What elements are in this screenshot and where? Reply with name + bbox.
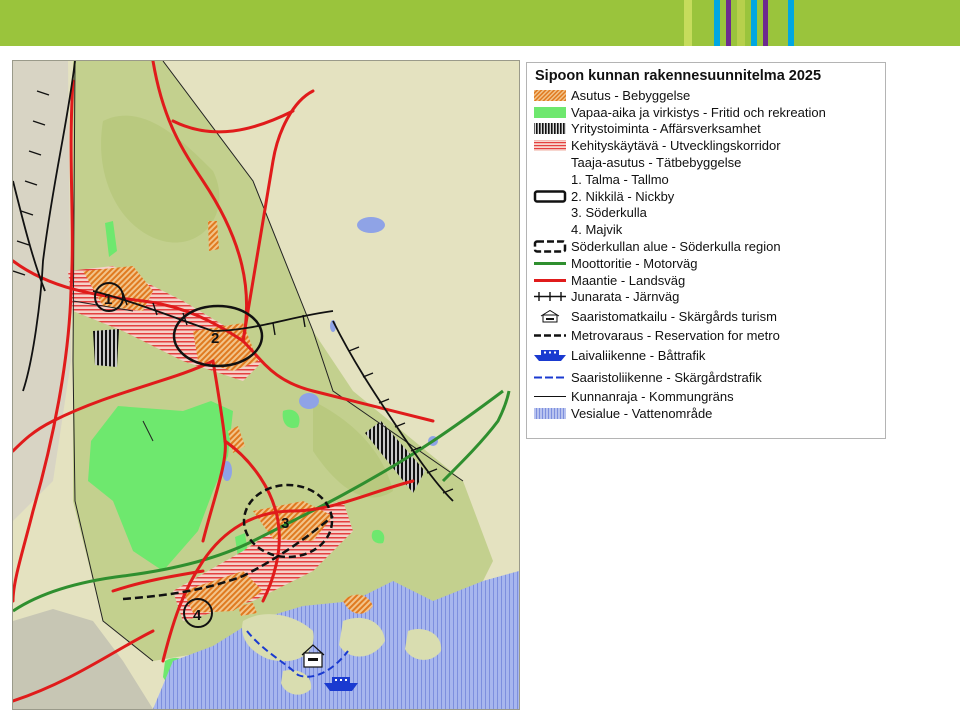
legend-item: Metrovaraus - Reservation for metro — [533, 327, 879, 344]
legend-item: Saaristoliikenne - Skärgårdstrafik — [533, 366, 879, 388]
legend-item: Vapaa-aika ja virkistys - Fritid och rek… — [533, 104, 879, 121]
thin-line-legend-icon — [533, 390, 571, 403]
lake-1 — [357, 217, 385, 233]
legend-item-label: Asutus - Bebyggelse — [571, 87, 691, 103]
header-stripe — [763, 0, 768, 46]
legend-items: Asutus - Bebyggelse Vapaa-aika ja virkist… — [533, 87, 879, 422]
legend-item: Moottoritie - Motorväg — [533, 255, 879, 272]
lake-2 — [299, 393, 319, 409]
green-line-legend-icon — [533, 257, 571, 270]
legend-item-label: 2. Nikkilä - Nickby — [571, 188, 675, 204]
map-view[interactable]: 1 2 3 4 — [12, 60, 520, 710]
map-legend: Sipoon kunnan rakennesuunnitelma 2025 As… — [526, 62, 886, 439]
header-stripe — [684, 0, 692, 46]
legend-item-label: Maantie - Landsväg — [571, 272, 686, 288]
water-area-legend-icon — [533, 407, 571, 420]
legend-blank-icon — [533, 156, 571, 169]
business-area-talma — [93, 329, 119, 367]
black-box-legend-icon — [533, 189, 571, 203]
header-stripe — [698, 0, 708, 46]
legend-item: Yritystoiminta - Affärsverksamhet — [533, 121, 879, 138]
header-stripe — [774, 0, 782, 46]
legend-item-label: 1. Talma - Tallmo — [571, 171, 669, 187]
legend-item-label: Kunnanraja - Kommungräns — [571, 389, 734, 405]
header-stripe — [751, 0, 757, 46]
legend-item-label: Saaristoliikenne - Skärgårdstrafik — [571, 369, 762, 385]
header-stripe — [714, 0, 720, 46]
house-legend-icon — [533, 309, 571, 323]
legend-item-label: 3. Söderkulla — [571, 205, 647, 221]
legend-item: Junarata - Järnväg — [533, 289, 879, 306]
legend-item-label: Metrovaraus - Reservation for metro — [571, 328, 780, 344]
black-hatch-legend-icon — [533, 122, 571, 135]
legend-item-label: Laivaliikenne - Båttrafik — [571, 347, 706, 363]
legend-item: Kehityskäytävä - Utvecklingskorridor — [533, 137, 879, 154]
legend-item: 2. Nikkilä - Nickby — [533, 188, 879, 205]
legend-item: Vesialue - Vattenområde — [533, 405, 879, 422]
legend-item-label: Taaja-asutus - Tätbebyggelse — [571, 155, 742, 171]
marker-label-1: 1 — [104, 291, 112, 308]
marker-label-3: 3 — [281, 515, 289, 532]
legend-blank-icon — [533, 223, 571, 236]
header-stripe — [737, 0, 745, 46]
ship-legend-icon — [533, 349, 571, 362]
legend-item-label: Vapaa-aika ja virkistys - Fritid och rek… — [571, 104, 826, 120]
legend-item-label: Junarata - Järnväg — [571, 289, 680, 305]
header-stripes — [678, 0, 960, 46]
legend-blank-icon — [533, 173, 571, 186]
legend-item: 4. Majvik — [533, 221, 879, 238]
legend-item-label: Kehityskäytävä - Utvecklingskorridor — [571, 138, 781, 154]
legend-item: 1. Talma - Tallmo — [533, 171, 879, 188]
dashed-box-legend-icon — [533, 240, 571, 253]
legend-item: Saaristomatkailu - Skärgårds turism — [533, 305, 879, 327]
legend-item-label: Vesialue - Vattenområde — [571, 405, 713, 421]
legend-item: Taaja-asutus - Tätbebyggelse — [533, 154, 879, 171]
marker-label-4: 4 — [193, 607, 202, 624]
legend-item: Maantie - Landsväg — [533, 272, 879, 289]
marker-label-2: 2 — [211, 330, 219, 347]
legend-blank-icon — [533, 206, 571, 219]
legend-title: Sipoon kunnan rakennesuunnitelma 2025 — [535, 68, 822, 84]
red-line-legend-icon — [533, 274, 571, 287]
legend-item: Kunnanraja - Kommungräns — [533, 388, 879, 405]
legend-item-label: 4. Majvik — [571, 222, 623, 238]
legend-item-label: Moottoritie - Motorväg — [571, 255, 698, 271]
header-stripe — [726, 0, 731, 46]
map-canvas: 1 2 3 4 — [13, 61, 519, 709]
red-hatch-legend-icon — [533, 139, 571, 152]
hatch-orange-legend-icon — [533, 89, 571, 102]
green-area-legend-icon — [533, 106, 571, 119]
dashed-line-legend-icon — [533, 329, 571, 342]
railway-legend-icon — [533, 290, 571, 303]
legend-item: Laivaliikenne - Båttrafik — [533, 344, 879, 366]
legend-item: Asutus - Bebyggelse — [533, 87, 879, 104]
blue-dash-legend-icon — [533, 371, 571, 384]
legend-item-label: Yritystoiminta - Affärsverksamhet — [571, 121, 761, 137]
legend-item-label: Saaristomatkailu - Skärgårds turism — [571, 308, 777, 324]
legend-item-label: Söderkullan alue - Söderkulla region — [571, 239, 781, 255]
legend-item: Söderkullan alue - Söderkulla region — [533, 238, 879, 255]
legend-item: 3. Söderkulla — [533, 205, 879, 222]
header-stripe — [788, 0, 794, 46]
header-stripe-spacer — [800, 0, 960, 46]
